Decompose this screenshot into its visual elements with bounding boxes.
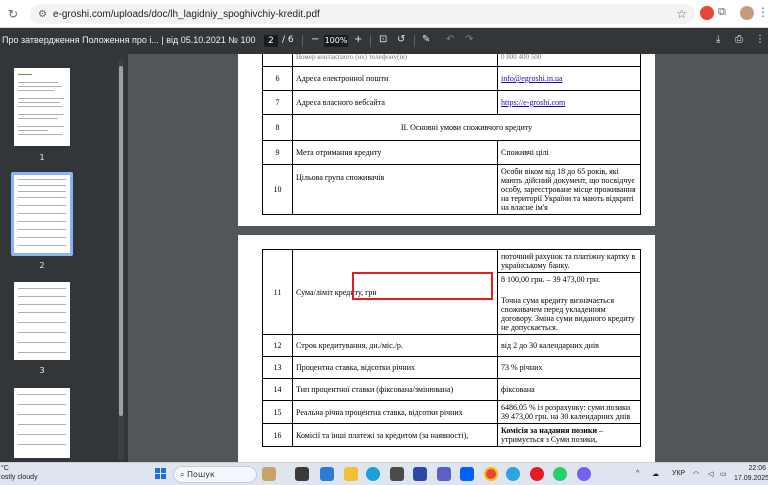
teams-icon[interactable] xyxy=(437,467,451,481)
pdf-title: Про затвердження Положення про і... | ві… xyxy=(2,35,256,45)
extensions-puzzle-icon[interactable]: ⧉ xyxy=(718,5,732,19)
zoom-out-icon[interactable]: − xyxy=(311,34,319,45)
page-number-input[interactable]: 2 xyxy=(264,35,278,47)
browser-menu-icon[interactable]: ⋮ xyxy=(757,5,768,19)
toolbar-divider xyxy=(414,35,415,47)
opera-icon[interactable] xyxy=(530,467,544,481)
section-heading: ІІ. Основні умови споживчого кредиту xyxy=(292,114,641,141)
reload-icon[interactable]: ↻ xyxy=(4,5,22,23)
table-row: 12 Строк кредитування, дн./міс./р. від 2… xyxy=(262,334,641,357)
bookmark-star-icon[interactable]: ☆ xyxy=(676,7,687,21)
more-options-icon[interactable]: ⋮ xyxy=(755,34,765,45)
wifi-icon[interactable]: ◠ xyxy=(693,470,699,478)
page-thumbnail-4[interactable] xyxy=(14,388,70,458)
toolbar-divider xyxy=(302,35,303,47)
table-row: 11 Сума/ліміт кредиту, грн поточний раху… xyxy=(262,249,641,335)
page1-table: Номер контактного (их) телефону(ів) 0 800… xyxy=(262,54,641,215)
battery-icon[interactable]: ▭ xyxy=(720,470,727,478)
extension-icon[interactable] xyxy=(700,6,714,20)
download-icon[interactable]: ⤓ xyxy=(716,34,720,45)
viber-icon[interactable] xyxy=(577,467,591,481)
file-explorer-icon[interactable] xyxy=(344,467,358,481)
sidebar-scrollbar-thumb[interactable] xyxy=(119,66,123,416)
url-text: e-groshi.com/uploads/doc/lh_lagidniy_spo… xyxy=(52,8,320,20)
thumbnail-label: 2 xyxy=(39,261,45,270)
annotate-icon[interactable]: ✎ xyxy=(422,34,430,45)
rotate-icon[interactable]: ↺ xyxy=(397,34,405,45)
email-link[interactable]: info@egroshi.in.ua xyxy=(501,74,563,83)
taskbar-clock[interactable]: 22:06 17.09.2025 xyxy=(734,464,768,484)
pdf-page: 11 Сума/ліміт кредиту, грн поточний раху… xyxy=(238,235,655,462)
page-thumbnail-2[interactable] xyxy=(14,175,70,253)
taskbar-widget-icon[interactable] xyxy=(262,467,276,481)
fit-page-icon[interactable]: ⊡ xyxy=(379,34,387,45)
zoom-input[interactable]: 100% xyxy=(324,35,348,47)
table-row: 6 Адреса електронної пошти info@egroshi.… xyxy=(262,66,641,91)
pdf-page: Номер контактного (их) телефону(ів) 0 800… xyxy=(238,54,655,226)
table-row: 7 Адреса власного вебсайта https://e-gro… xyxy=(262,90,641,115)
task-view-icon[interactable] xyxy=(295,467,309,481)
table-row: Номер контактного (их) телефону(ів) 0 800… xyxy=(262,54,641,67)
redo-icon[interactable]: ↷ xyxy=(465,34,473,45)
copilot-icon[interactable] xyxy=(320,467,334,481)
windows-start-icon[interactable] xyxy=(155,468,167,480)
table-row: 13 Процентна ставка, відсотки річних 73 … xyxy=(262,356,641,379)
whatsapp-icon[interactable] xyxy=(553,467,567,481)
table-row: 8 ІІ. Основні умови споживчого кредиту xyxy=(262,114,641,141)
cloud-icon[interactable]: ☁ xyxy=(652,470,659,478)
app-l-icon[interactable] xyxy=(413,467,427,481)
thumbnail-label: 1 xyxy=(39,153,45,162)
telegram-icon[interactable] xyxy=(506,467,520,481)
highlight-annotation-box xyxy=(352,272,493,300)
loan-amount-range: 8 100,00 грн. – 39 473,00 грн. xyxy=(501,275,601,284)
weather-widget[interactable]: °C ostly cloudy xyxy=(1,464,38,482)
page-thumbnail-1[interactable] xyxy=(14,68,70,146)
browser-address-bar: ↻ ⚙ e-groshi.com/uploads/doc/lh_lagidniy… xyxy=(0,0,768,28)
undo-icon[interactable]: ↶ xyxy=(446,34,454,45)
profile-avatar[interactable] xyxy=(740,6,754,20)
store-icon[interactable] xyxy=(390,467,404,481)
table-row: 16 Комісії та інші платежі за кредитом (… xyxy=(262,423,641,447)
volume-icon[interactable]: ◁ xyxy=(708,470,713,478)
dropbox-icon[interactable] xyxy=(460,467,474,481)
table-row: 15 Реальна річна процентна ставка, відсо… xyxy=(262,400,641,424)
website-link[interactable]: https://e-groshi.com xyxy=(501,98,565,107)
thumbnail-label: 3 xyxy=(39,366,45,375)
table-row: 9 Мета отримання кредиту Споживчі цілі xyxy=(262,140,641,165)
taskbar: °C ostly cloudy ⌕ Пошук ^ ☁ УКР ◠ ◁ ▭ 22… xyxy=(0,462,768,485)
table-row: 14 Тип процентної ставки (фіксована/змін… xyxy=(262,378,641,401)
chrome-icon[interactable] xyxy=(484,467,498,481)
print-icon[interactable]: ⎙ xyxy=(735,34,743,45)
zoom-in-icon[interactable]: + xyxy=(354,34,362,45)
toolbar-divider xyxy=(370,35,371,47)
pdf-viewer[interactable]: Номер контактного (их) телефону(ів) 0 800… xyxy=(128,54,768,462)
page-thumbnail-3[interactable] xyxy=(14,282,70,360)
taskbar-search[interactable]: ⌕ Пошук xyxy=(173,466,257,483)
pdf-toolbar: Про затвердження Положення про і... | ві… xyxy=(0,28,768,54)
language-indicator[interactable]: УКР xyxy=(672,470,685,477)
edge-icon[interactable] xyxy=(366,467,380,481)
table-row: 10 Цільова група споживачів Особи віком … xyxy=(262,164,641,215)
page-count: / 6 xyxy=(282,35,294,45)
tray-chevron-icon[interactable]: ^ xyxy=(636,470,639,477)
url-field[interactable]: ⚙ e-groshi.com/uploads/doc/lh_lagidniy_s… xyxy=(30,4,695,24)
site-info-icon[interactable]: ⚙ xyxy=(38,9,47,20)
